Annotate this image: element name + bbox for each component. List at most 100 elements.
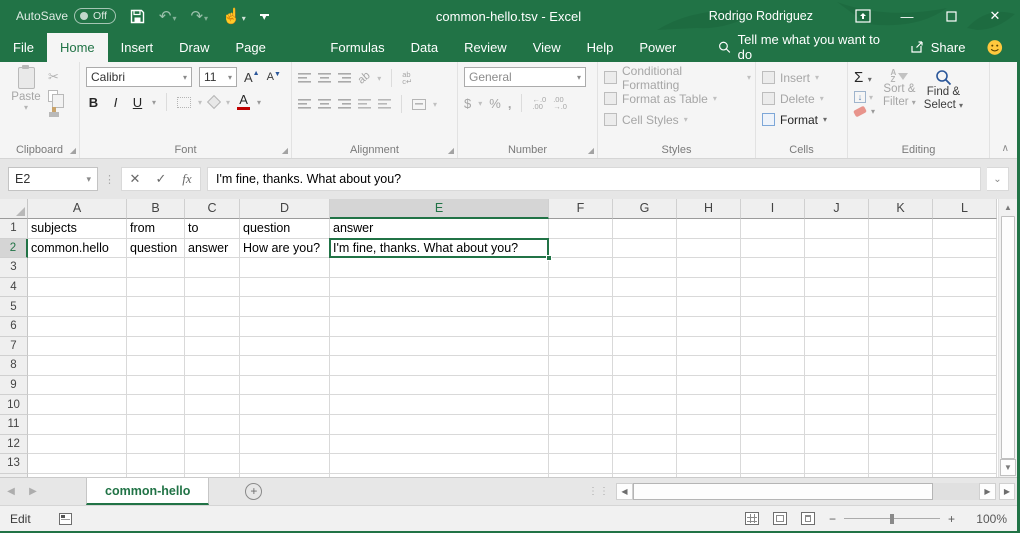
cell-I14[interactable] [741, 474, 805, 477]
tab-page-layout[interactable]: Page Layout [223, 33, 318, 62]
column-header-C[interactable]: C [185, 199, 240, 219]
cell-A3[interactable] [28, 258, 127, 278]
cell-C11[interactable] [185, 415, 240, 435]
decrease-indent-icon[interactable] [358, 99, 371, 109]
scroll-right-icon[interactable]: ▶ [979, 483, 996, 500]
cell-H7[interactable] [677, 337, 741, 357]
cell-L12[interactable] [933, 435, 997, 455]
customize-qat-icon[interactable]: ▾ [260, 14, 269, 18]
name-box-dropdown-icon[interactable]: ▾ [86, 174, 91, 185]
undo-icon[interactable]: ↶▾ [159, 9, 177, 24]
cell-G7[interactable] [613, 337, 677, 357]
cell-J2[interactable] [805, 239, 869, 259]
cell-K12[interactable] [869, 435, 933, 455]
scroll-right-edge-icon[interactable]: ▶ [999, 483, 1015, 500]
cell-H8[interactable] [677, 356, 741, 376]
insert-cells-button[interactable]: Insert▾ [762, 67, 843, 88]
cell-L6[interactable] [933, 317, 997, 337]
cell-J1[interactable] [805, 219, 869, 239]
cell-B13[interactable] [127, 454, 185, 474]
cell-B5[interactable] [127, 297, 185, 317]
cell-A14[interactable] [28, 474, 127, 477]
column-header-L[interactable]: L [933, 199, 997, 219]
cell-J13[interactable] [805, 454, 869, 474]
cell-F5[interactable] [549, 297, 613, 317]
increase-decimal-icon[interactable]: ←.0.00 [532, 96, 546, 110]
cell-E14[interactable] [330, 474, 549, 477]
page-break-preview-icon[interactable] [801, 512, 815, 525]
copy-icon[interactable] [48, 90, 58, 102]
cell-A10[interactable] [28, 395, 127, 415]
cell-H1[interactable] [677, 219, 741, 239]
cell-B10[interactable] [127, 395, 185, 415]
cell-L11[interactable] [933, 415, 997, 435]
cell-H10[interactable] [677, 395, 741, 415]
cell-D4[interactable] [240, 278, 330, 298]
fill-handle[interactable] [546, 255, 552, 261]
align-left-icon[interactable] [298, 99, 311, 109]
page-layout-view-icon[interactable] [773, 512, 787, 525]
cell-F8[interactable] [549, 356, 613, 376]
cell-J5[interactable] [805, 297, 869, 317]
cell-H11[interactable] [677, 415, 741, 435]
cell-F7[interactable] [549, 337, 613, 357]
format-painter-icon[interactable] [48, 107, 60, 118]
row-header-1[interactable]: 1 [0, 219, 28, 239]
cell-J6[interactable] [805, 317, 869, 337]
alignment-dialog-launcher-icon[interactable]: ◢ [448, 146, 454, 155]
tab-data[interactable]: Data [398, 33, 451, 62]
cell-C10[interactable] [185, 395, 240, 415]
align-middle-icon[interactable] [318, 73, 331, 83]
cell-G2[interactable] [613, 239, 677, 259]
cell-D13[interactable] [240, 454, 330, 474]
vertical-scroll-thumb[interactable] [1001, 216, 1015, 459]
cell-B14[interactable] [127, 474, 185, 477]
cell-I7[interactable] [741, 337, 805, 357]
cell-L2[interactable] [933, 239, 997, 259]
cell-G6[interactable] [613, 317, 677, 337]
cell-A11[interactable] [28, 415, 127, 435]
align-center-icon[interactable] [318, 99, 331, 109]
cell-K3[interactable] [869, 258, 933, 278]
paste-button[interactable]: Paste ▾ [6, 67, 46, 141]
orientation-icon[interactable]: ab [356, 69, 373, 86]
add-sheet-button[interactable]: + [245, 483, 262, 500]
cell-C14[interactable] [185, 474, 240, 477]
cell-E10[interactable] [330, 395, 549, 415]
cell-L8[interactable] [933, 356, 997, 376]
cell-E3[interactable] [330, 258, 549, 278]
scroll-left-icon[interactable]: ◀ [616, 483, 633, 500]
cell-H9[interactable] [677, 376, 741, 396]
cell-G1[interactable] [613, 219, 677, 239]
percent-icon[interactable]: % [489, 96, 501, 111]
minimize-button[interactable]: — [885, 0, 929, 32]
cell-I8[interactable] [741, 356, 805, 376]
cell-K8[interactable] [869, 356, 933, 376]
maximize-button[interactable] [929, 0, 973, 32]
cell-K6[interactable] [869, 317, 933, 337]
cell-F13[interactable] [549, 454, 613, 474]
cell-K14[interactable] [869, 474, 933, 477]
cell-F12[interactable] [549, 435, 613, 455]
cell-C8[interactable] [185, 356, 240, 376]
sheet-nav-right-icon[interactable]: ▶ [22, 478, 44, 505]
save-icon[interactable] [130, 9, 145, 24]
cell-F1[interactable] [549, 219, 613, 239]
cell-K9[interactable] [869, 376, 933, 396]
column-header-F[interactable]: F [549, 199, 613, 219]
align-right-icon[interactable] [338, 99, 351, 109]
cell-L3[interactable] [933, 258, 997, 278]
cell-J8[interactable] [805, 356, 869, 376]
cell-D1[interactable]: question [240, 219, 330, 239]
cell-H14[interactable] [677, 474, 741, 477]
tab-power-pivot[interactable]: Power Pivot [626, 33, 717, 62]
cell-B6[interactable] [127, 317, 185, 337]
cell-I5[interactable] [741, 297, 805, 317]
enter-icon[interactable]: ✓ [148, 171, 174, 187]
cell-G8[interactable] [613, 356, 677, 376]
cell-H5[interactable] [677, 297, 741, 317]
cell-L7[interactable] [933, 337, 997, 357]
cell-D7[interactable] [240, 337, 330, 357]
cell-L13[interactable] [933, 454, 997, 474]
cell-I13[interactable] [741, 454, 805, 474]
